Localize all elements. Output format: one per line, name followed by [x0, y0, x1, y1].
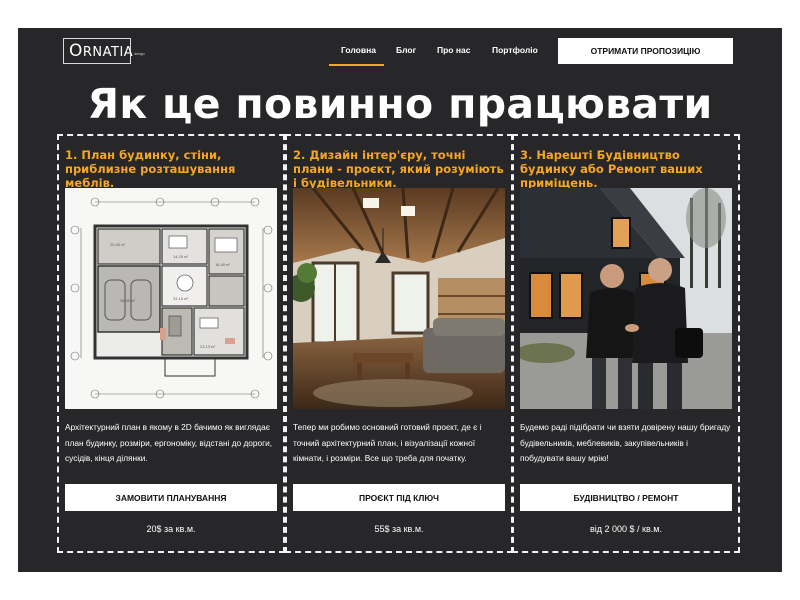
page-container: ORNATIA design Головна Блог Про нас Порт… [18, 28, 782, 572]
nav-item-blog[interactable]: Блог [396, 45, 416, 55]
nav-item-about[interactable]: Про нас [437, 45, 470, 55]
card-description: Тепер ми робимо основний готовий проєкт,… [293, 422, 482, 463]
floor-plan-image: 20.00 м² 14.20 м² 18.40 м² 36.45 м² 32.1… [65, 188, 277, 409]
svg-text:23.13 м²: 23.13 м² [200, 345, 216, 349]
house-builders-image [520, 188, 732, 409]
order-planning-button[interactable]: Замовити планування [65, 484, 277, 511]
step-card-design: 2. Дизайн інтер'єру, точні плани - проєк… [285, 134, 513, 553]
card-description: Будемо раді підібрати чи взяти довірену … [520, 422, 731, 463]
turnkey-project-button[interactable]: Проєкт під ключ [293, 484, 505, 511]
get-offer-button[interactable]: Отримати пропозицію [558, 38, 733, 64]
svg-text:20.00 м²: 20.00 м² [110, 243, 126, 247]
card-heading: 2. Дизайн інтер'єру, точні плани - проєк… [293, 148, 504, 190]
svg-text:32.10 м²: 32.10 м² [173, 297, 189, 301]
svg-text:14.20 м²: 14.20 м² [173, 255, 189, 259]
card-price: 20$ за кв.м. [146, 524, 196, 534]
nav-active-indicator [329, 64, 384, 66]
step-card-build: 3. Нарешті Будівництво будинку або Ремон… [512, 134, 740, 553]
nav-item-portfolio[interactable]: Портфоліо [492, 45, 538, 55]
brand-logo[interactable]: ORNATIA design [63, 38, 145, 64]
card-heading: 1. План будинку, стіни, приблизне розташ… [65, 148, 236, 190]
svg-text:36.45 м²: 36.45 м² [120, 299, 136, 303]
card-price: від 2 000 $ / кв.м. [590, 524, 662, 534]
logo-subtext: design [134, 52, 145, 56]
logo-wordmark: ORNATIA [69, 41, 134, 61]
nav-item-home[interactable]: Головна [341, 45, 376, 55]
card-heading: 3. Нарешті Будівництво будинку або Ремон… [520, 148, 703, 190]
step-card-plan: 1. План будинку, стіни, приблизне розташ… [57, 134, 285, 553]
card-description: Архітектурний план в якому в 2D бачимо я… [65, 422, 273, 463]
page-title: Як це повинно працювати [87, 80, 713, 128]
construction-button[interactable]: Будівництво / ремонт [520, 484, 732, 511]
svg-text:18.40 м²: 18.40 м² [215, 263, 231, 267]
card-price: 55$ за кв.м. [374, 524, 424, 534]
interior-render-image [293, 188, 505, 409]
